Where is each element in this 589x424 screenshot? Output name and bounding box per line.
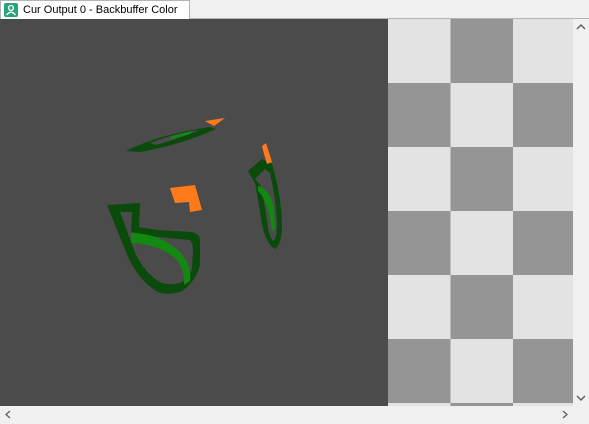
viewport-background xyxy=(0,19,388,406)
render-viewport[interactable] xyxy=(0,19,573,406)
tab-label: Cur Output 0 - Backbuffer Color xyxy=(23,4,178,16)
checkerboard-background xyxy=(388,19,573,406)
scrollbar-corner xyxy=(573,406,589,415)
texture-viewer-icon xyxy=(4,3,18,17)
tab-bar: Cur Output 0 - Backbuffer Color xyxy=(0,0,589,19)
horizontal-scrollbar[interactable] xyxy=(0,406,573,419)
vertical-scrollbar[interactable] xyxy=(573,19,589,406)
chevron-right-icon[interactable] xyxy=(561,406,569,424)
chevron-down-icon[interactable] xyxy=(573,390,589,406)
chevron-left-icon[interactable] xyxy=(4,406,12,424)
backbuffer-image xyxy=(0,19,573,406)
tab-cur-output[interactable]: Cur Output 0 - Backbuffer Color xyxy=(0,0,190,19)
chevron-up-icon[interactable] xyxy=(573,19,589,35)
